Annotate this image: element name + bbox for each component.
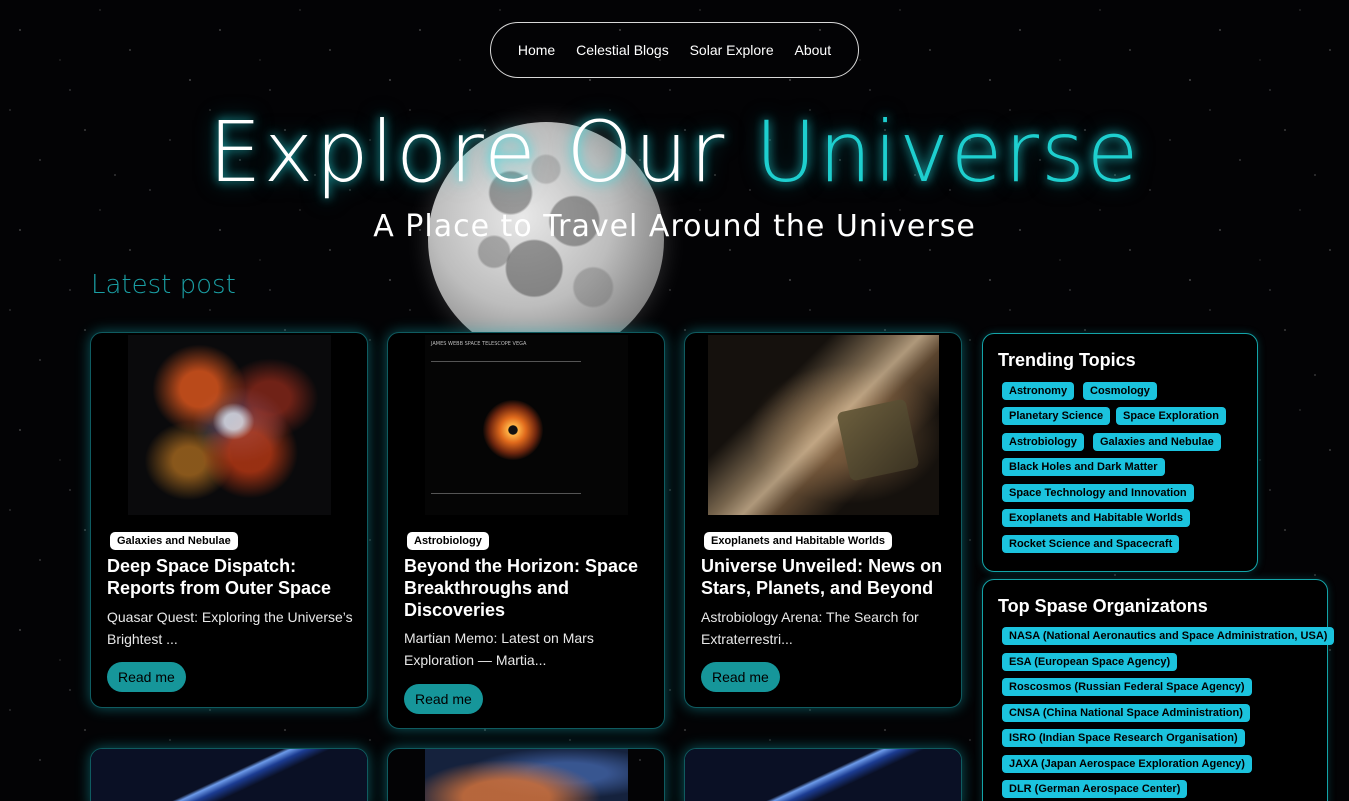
comet-image — [685, 749, 961, 801]
post-excerpt: Quasar Quest: Exploring the Universe’s B… — [107, 609, 353, 647]
space-organizations-heading: Top Spase Organizatons — [998, 596, 1208, 616]
nav-solar-explore[interactable]: Solar Explore — [690, 42, 774, 58]
organization-chip[interactable]: CNSA (China National Space Administratio… — [1002, 704, 1250, 722]
post-card: Galaxies and Nebulae Deep Space Dispatch… — [90, 332, 368, 708]
organization-chip[interactable]: ESA (European Space Agency) — [1002, 653, 1178, 671]
organization-chip[interactable]: Roscosmos (Russian Federal Space Agency) — [1002, 678, 1252, 696]
post-card-partial[interactable] — [90, 748, 368, 801]
topic-chip[interactable]: Galaxies and Nebulae — [1093, 433, 1221, 451]
latest-post-heading: Latest post — [91, 270, 236, 300]
topic-chip[interactable]: Rocket Science and Spacecraft — [1002, 535, 1180, 553]
top-navbar: Home Celestial Blogs Solar Explore About — [490, 22, 859, 78]
post-card: JAMES WEBB SPACE TELESCOPE VEGA Astrobio… — [387, 332, 665, 729]
nav-home[interactable]: Home — [518, 42, 555, 58]
post-title[interactable]: Universe Unveiled: News on Stars, Planet… — [701, 555, 955, 599]
hero-title-main: Explore Our — [208, 103, 756, 201]
read-me-button[interactable]: Read me — [107, 662, 186, 692]
hero-title-accent: Universe — [755, 103, 1141, 201]
nav-about[interactable]: About — [795, 42, 832, 58]
comet-image — [91, 749, 367, 801]
topic-chip[interactable]: Space Exploration — [1116, 407, 1226, 425]
post-tag[interactable]: Exoplanets and Habitable Worlds — [704, 532, 892, 550]
topic-chip[interactable]: Space Technology and Innovation — [1002, 484, 1194, 502]
post-excerpt: Astrobiology Arena: The Search for Extra… — [701, 609, 919, 647]
post-tag[interactable]: Astrobiology — [407, 532, 489, 550]
topic-chip[interactable]: Planetary Science — [1002, 407, 1111, 425]
post-card: Exoplanets and Habitable Worlds Universe… — [684, 332, 962, 708]
topic-chip[interactable]: Cosmology — [1083, 382, 1157, 400]
topic-chip[interactable]: Black Holes and Dark Matter — [1002, 458, 1165, 476]
topic-chip[interactable]: Astrobiology — [1002, 433, 1084, 451]
post-card-partial[interactable] — [387, 748, 665, 801]
post-title[interactable]: Deep Space Dispatch: Reports from Outer … — [107, 555, 361, 599]
nebula-image — [128, 335, 331, 515]
organization-chip[interactable]: JAXA (Japan Aerospace Exploration Agency… — [1002, 755, 1252, 773]
trending-topics-heading: Trending Topics — [998, 350, 1136, 370]
topic-chip[interactable]: Astronomy — [1002, 382, 1075, 400]
trending-topics-panel: Trending Topics Astronomy Cosmology Plan… — [982, 333, 1258, 572]
hero-subtitle: A Place to Travel Around the Universe — [373, 209, 976, 244]
organization-chip[interactable]: NASA (National Aeronautics and Space Adm… — [1002, 627, 1335, 645]
post-card-partial[interactable] — [684, 748, 962, 801]
pillars-image — [425, 749, 628, 801]
topic-chip[interactable]: Exoplanets and Habitable Worlds — [1002, 509, 1190, 527]
post-excerpt: Martian Memo: Latest on Mars Exploration… — [404, 630, 594, 668]
read-me-button[interactable]: Read me — [404, 684, 483, 714]
hero-title: Explore Our Universe — [0, 104, 1349, 200]
space-organizations-panel: Top Spase Organizatons NASA (National Ae… — [982, 579, 1335, 801]
vega-telescope-image: JAMES WEBB SPACE TELESCOPE VEGA — [425, 335, 628, 515]
post-tag[interactable]: Galaxies and Nebulae — [110, 532, 238, 550]
post-title[interactable]: Beyond the Horizon: Space Breakthroughs … — [404, 555, 658, 621]
organization-chip[interactable]: DLR (German Aerospace Center) — [1002, 780, 1188, 798]
milky-way-probe-image — [708, 335, 939, 515]
read-me-button[interactable]: Read me — [701, 662, 780, 692]
vega-image-caption: JAMES WEBB SPACE TELESCOPE VEGA — [431, 341, 527, 347]
nav-celestial-blogs[interactable]: Celestial Blogs — [576, 42, 669, 58]
organization-chip[interactable]: ISRO (Indian Space Research Organisation… — [1002, 729, 1245, 747]
